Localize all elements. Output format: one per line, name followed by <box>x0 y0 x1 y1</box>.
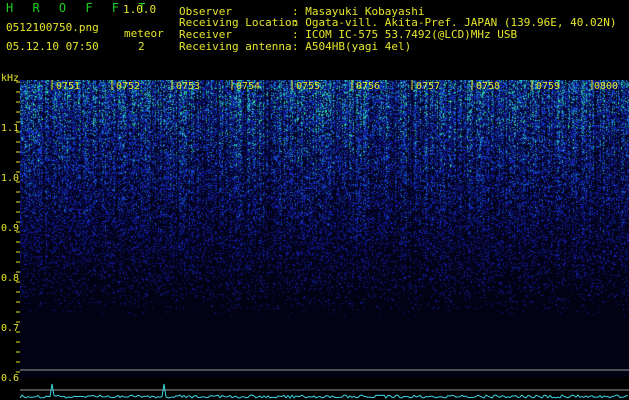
axis-overlay <box>16 80 629 399</box>
signal-trace <box>19 383 629 399</box>
frequency-tick-marks <box>16 81 20 373</box>
time-tick-marks <box>51 80 593 90</box>
